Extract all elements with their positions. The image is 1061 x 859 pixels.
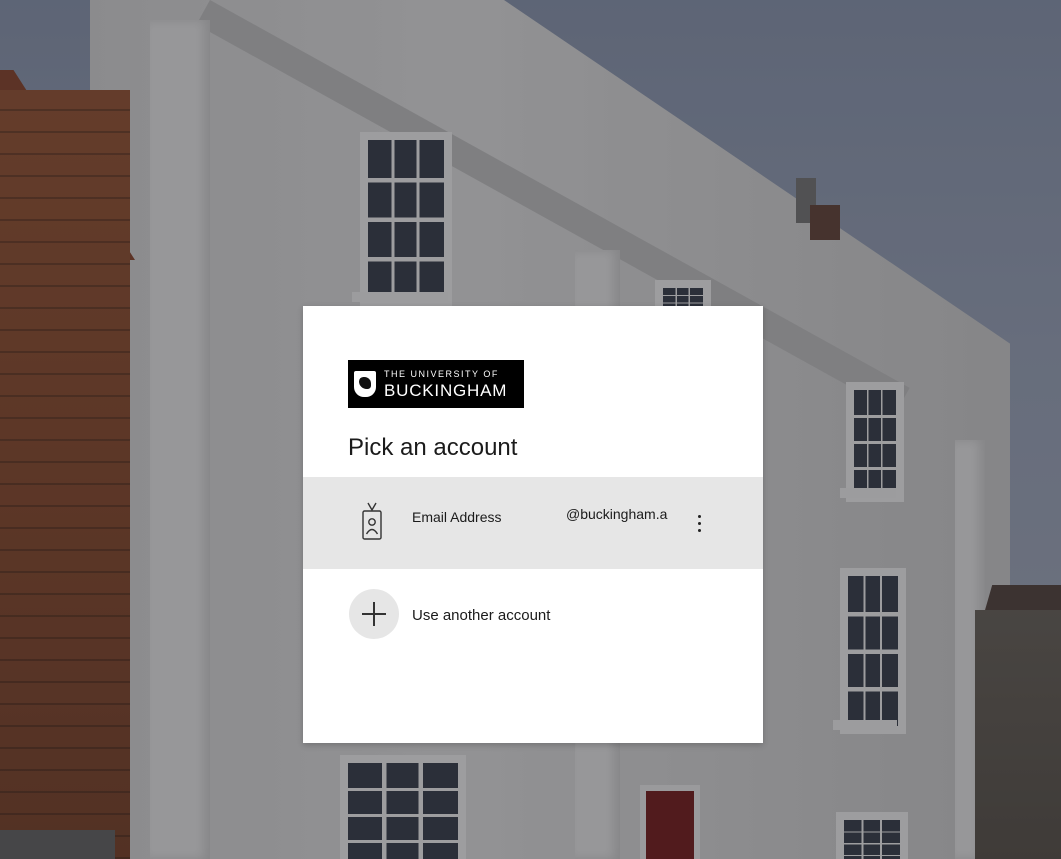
use-another-account-label: Use another account	[412, 607, 551, 624]
logo-text-line2: BUCKINGHAM	[384, 380, 508, 400]
crest-icon	[354, 371, 376, 397]
plus-icon	[349, 589, 399, 639]
logo-text-line1: THE UNIVERSITY OF	[384, 368, 499, 379]
university-logo: THE UNIVERSITY OF BUCKINGHAM	[348, 360, 524, 408]
pick-account-dialog: THE UNIVERSITY OF BUCKINGHAM Pick an acc…	[303, 306, 763, 743]
account-label: Email Address	[412, 509, 502, 525]
badge-icon	[362, 502, 382, 540]
account-email: @buckingham.a	[566, 506, 668, 522]
page-title: Pick an account	[348, 434, 518, 461]
account-tile[interactable]: Email Address @buckingham.a	[303, 477, 763, 569]
more-options-icon[interactable]	[689, 507, 709, 539]
use-another-account-button[interactable]: Use another account	[303, 569, 763, 661]
